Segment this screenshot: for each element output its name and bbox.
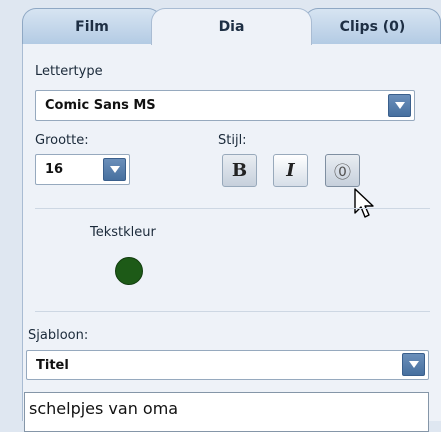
tab-film-label: Film xyxy=(75,18,109,35)
size-label: Grootte: xyxy=(35,133,89,148)
bold-icon: B xyxy=(231,160,248,181)
font-value: Comic Sans MS xyxy=(45,98,156,113)
tab-film[interactable]: Film xyxy=(22,8,162,44)
italic-icon: I xyxy=(286,160,295,181)
divider xyxy=(35,311,430,312)
tab-dia-label: Dia xyxy=(218,19,245,35)
font-select[interactable]: Comic Sans MS xyxy=(35,90,415,121)
tab-clips[interactable]: Clips (0) xyxy=(304,8,441,44)
divider xyxy=(35,208,430,209)
tab-dia[interactable]: Dia xyxy=(151,8,312,45)
chevron-down-icon[interactable] xyxy=(103,158,126,181)
template-label: Sjabloon: xyxy=(28,328,89,343)
slide-text-value: schelpjes van oma xyxy=(29,399,179,418)
outline-icon: ⓪ xyxy=(334,163,351,183)
style-label: Stijl: xyxy=(218,133,247,148)
outline-button[interactable]: ⓪ xyxy=(325,154,360,187)
chevron-down-icon[interactable] xyxy=(402,353,425,376)
tab-clips-label: Clips (0) xyxy=(339,18,406,35)
chevron-down-icon[interactable] xyxy=(388,94,411,117)
mouse-cursor-icon xyxy=(354,188,374,218)
template-value: Titel xyxy=(36,357,69,373)
text-color-label: Tekstkleur xyxy=(90,225,156,240)
font-label: Lettertype xyxy=(35,64,103,79)
text-color-swatch[interactable] xyxy=(115,257,143,285)
italic-button[interactable]: I xyxy=(273,154,308,187)
template-select[interactable]: Titel xyxy=(26,350,429,380)
bold-button[interactable]: B xyxy=(222,154,257,187)
slide-text-input[interactable]: schelpjes van oma xyxy=(24,392,429,432)
size-select[interactable]: 16 xyxy=(35,154,130,185)
